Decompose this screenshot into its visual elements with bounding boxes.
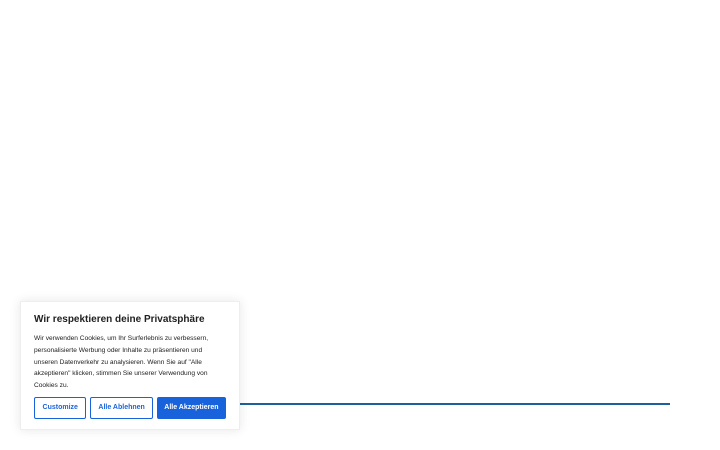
page: Wir respektieren deine Privatsphäre Wir …: [0, 0, 720, 450]
cookie-banner-title: Wir respektieren deine Privatsphäre: [34, 314, 205, 325]
content-divider: [238, 403, 670, 405]
accept-all-button[interactable]: Alle Akzeptieren: [156, 396, 227, 419]
reject-all-button[interactable]: Alle Ablehnen: [90, 396, 153, 419]
cookie-banner-actions: Customize Alle Ablehnen Alle Akzeptieren: [34, 396, 227, 419]
cookie-banner-description: Wir verwenden Cookies, um Ihr Surferlebn…: [34, 335, 209, 390]
customize-button[interactable]: Customize: [34, 396, 87, 419]
cookie-consent-banner: Wir respektieren deine Privatsphäre Wir …: [20, 301, 240, 430]
